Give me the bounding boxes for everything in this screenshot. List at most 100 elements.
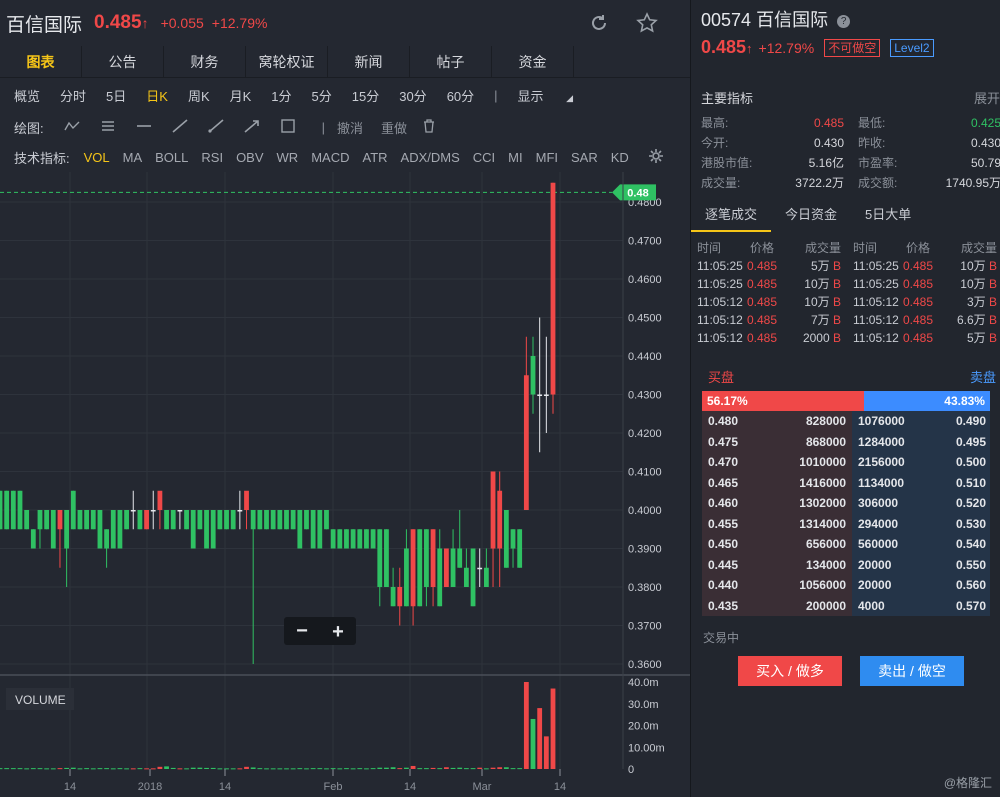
display-dropdown[interactable]: 显示 ◢ <box>518 86 593 105</box>
expand-button[interactable]: 展开 <box>974 88 1000 107</box>
volume-bar <box>170 767 176 769</box>
volume-bar <box>124 768 129 770</box>
horizontal-line-icon[interactable] <box>126 119 162 135</box>
volume-axis: 40.0m 30.0m 20.0m 10.00m 0 <box>628 677 665 776</box>
period-5min[interactable]: 5分 <box>312 86 332 105</box>
candle <box>164 510 169 530</box>
indicator-vol[interactable]: VOL <box>84 150 110 165</box>
indicator-sar[interactable]: SAR <box>571 150 598 165</box>
indicator-rsi[interactable]: RSI <box>201 150 223 165</box>
candle <box>317 510 323 549</box>
y-tick-label: 0.3700 <box>628 621 662 633</box>
period-60min[interactable]: 60分 <box>447 86 474 105</box>
candle <box>44 510 50 530</box>
metric-value: 0.485 <box>813 116 844 130</box>
x-tick-label: 14 <box>554 781 566 793</box>
indicator-kd[interactable]: KD <box>611 150 629 165</box>
indicator-atr[interactable]: ATR <box>362 150 387 165</box>
period-daily-k[interactable]: 日K <box>146 86 168 105</box>
time-axis: 14 2018 14 Feb 14 Mar 14 <box>64 769 566 793</box>
buy-button[interactable]: 买入 / 做多 <box>738 656 842 686</box>
volume-bar <box>150 768 156 770</box>
candle <box>110 510 116 549</box>
candle <box>190 510 196 549</box>
indicator-obv[interactable]: OBV <box>236 150 263 165</box>
candle <box>424 529 429 587</box>
tab-5day-big-orders[interactable]: 5日大单 <box>851 202 925 232</box>
indicator-wr[interactable]: WR <box>277 150 299 165</box>
volume-bar <box>137 768 143 770</box>
help-icon[interactable]: ? <box>837 15 851 28</box>
y-tick-label: 0.4600 <box>628 274 662 286</box>
volume-bar <box>397 768 403 770</box>
period-5day[interactable]: 5日 <box>106 86 126 105</box>
stock-name: 百信国际 <box>6 14 83 36</box>
volume-bar <box>304 768 309 770</box>
metric-key: 最低: <box>858 116 886 130</box>
candle <box>277 510 283 530</box>
y-tick-label: 0.4200 <box>628 428 662 440</box>
buy-sell-ratio-bar: 56.17% 43.83% <box>702 391 990 411</box>
candle <box>264 510 269 530</box>
price-chart[interactable]: 0.48000.47000.46000.45000.44000.43000.42… <box>0 172 690 797</box>
bid-level: 0.440 1056000 <box>702 575 852 596</box>
line-icon[interactable] <box>162 118 198 136</box>
tab-financials[interactable]: 财务 <box>164 46 246 78</box>
candle <box>17 490 23 530</box>
order-book-row: 0.450 656000 560000 0.540 <box>702 534 990 555</box>
sell-button[interactable]: 卖出 / 做空 <box>860 656 964 686</box>
indicator-boll[interactable]: BOLL <box>155 150 188 165</box>
period-30min[interactable]: 30分 <box>399 86 426 105</box>
tab-today-capital[interactable]: 今日资金 <box>771 202 851 232</box>
tab-capital[interactable]: 资金 <box>492 46 574 78</box>
rectangle-icon[interactable] <box>270 118 306 136</box>
undo-button[interactable]: 撤消 <box>337 118 363 137</box>
tick-trades-table: 时间 价格 成交量 时间 价格 成交量 11:05:25 0.485 5万 B 11:05:25 0… <box>697 239 997 347</box>
volume-bar <box>77 768 83 770</box>
arrow-line-icon[interactable] <box>234 119 270 136</box>
candle <box>430 529 436 587</box>
indicator-mfi[interactable]: MFI <box>536 150 558 165</box>
bid-level: 0.480 828000 <box>702 411 852 432</box>
candle <box>490 471 496 549</box>
indicator-macd[interactable]: MACD <box>311 150 349 165</box>
metric-key: 今开: <box>701 136 729 150</box>
indicator-adx-dms[interactable]: ADX/DMS <box>401 150 460 165</box>
gear-icon[interactable] <box>648 148 664 167</box>
period-monthly-k[interactable]: 月K <box>230 86 252 105</box>
period-1min[interactable]: 1分 <box>271 86 291 105</box>
ask-level: 1076000 0.490 <box>852 411 990 432</box>
polyline-icon[interactable] <box>54 119 90 135</box>
period-intraday[interactable]: 分时 <box>60 86 86 105</box>
volume-bar <box>184 768 189 770</box>
ask-level: 1284000 0.495 <box>852 431 990 452</box>
candle <box>290 510 296 530</box>
quote-title: 00574 百信国际 ? <box>701 6 851 32</box>
period-15min[interactable]: 15分 <box>352 86 379 105</box>
indicator-cci[interactable]: CCI <box>473 150 495 165</box>
period-weekly-k[interactable]: 周K <box>188 86 210 105</box>
indicator-mi[interactable]: MI <box>508 150 522 165</box>
volume-bar <box>24 768 30 770</box>
volume-bar <box>190 767 196 769</box>
level2-badge[interactable]: Level2 <box>890 38 934 57</box>
tab-news[interactable]: 新闻 <box>328 46 410 78</box>
ray-icon[interactable] <box>198 118 234 136</box>
tab-posts[interactable]: 帖子 <box>410 46 492 78</box>
trash-icon[interactable] <box>423 118 435 136</box>
redo-button[interactable]: 重做 <box>381 118 407 137</box>
volume-bar <box>357 768 363 770</box>
tab-announcements[interactable]: 公告 <box>82 46 164 78</box>
period-overview[interactable]: 概览 <box>14 86 40 105</box>
parallel-lines-icon[interactable] <box>90 119 126 135</box>
tab-warrants[interactable]: 窝轮权证 <box>246 46 328 78</box>
candle <box>237 510 243 512</box>
tab-chart[interactable]: 图表 <box>0 46 82 78</box>
star-icon[interactable] <box>636 12 658 34</box>
indicator-ma[interactable]: MA <box>123 150 143 165</box>
refresh-icon[interactable] <box>588 12 610 34</box>
tab-tick-trades[interactable]: 逐笔成交 <box>691 202 772 232</box>
candle <box>30 529 36 549</box>
candle <box>477 567 483 570</box>
candle <box>390 587 396 607</box>
